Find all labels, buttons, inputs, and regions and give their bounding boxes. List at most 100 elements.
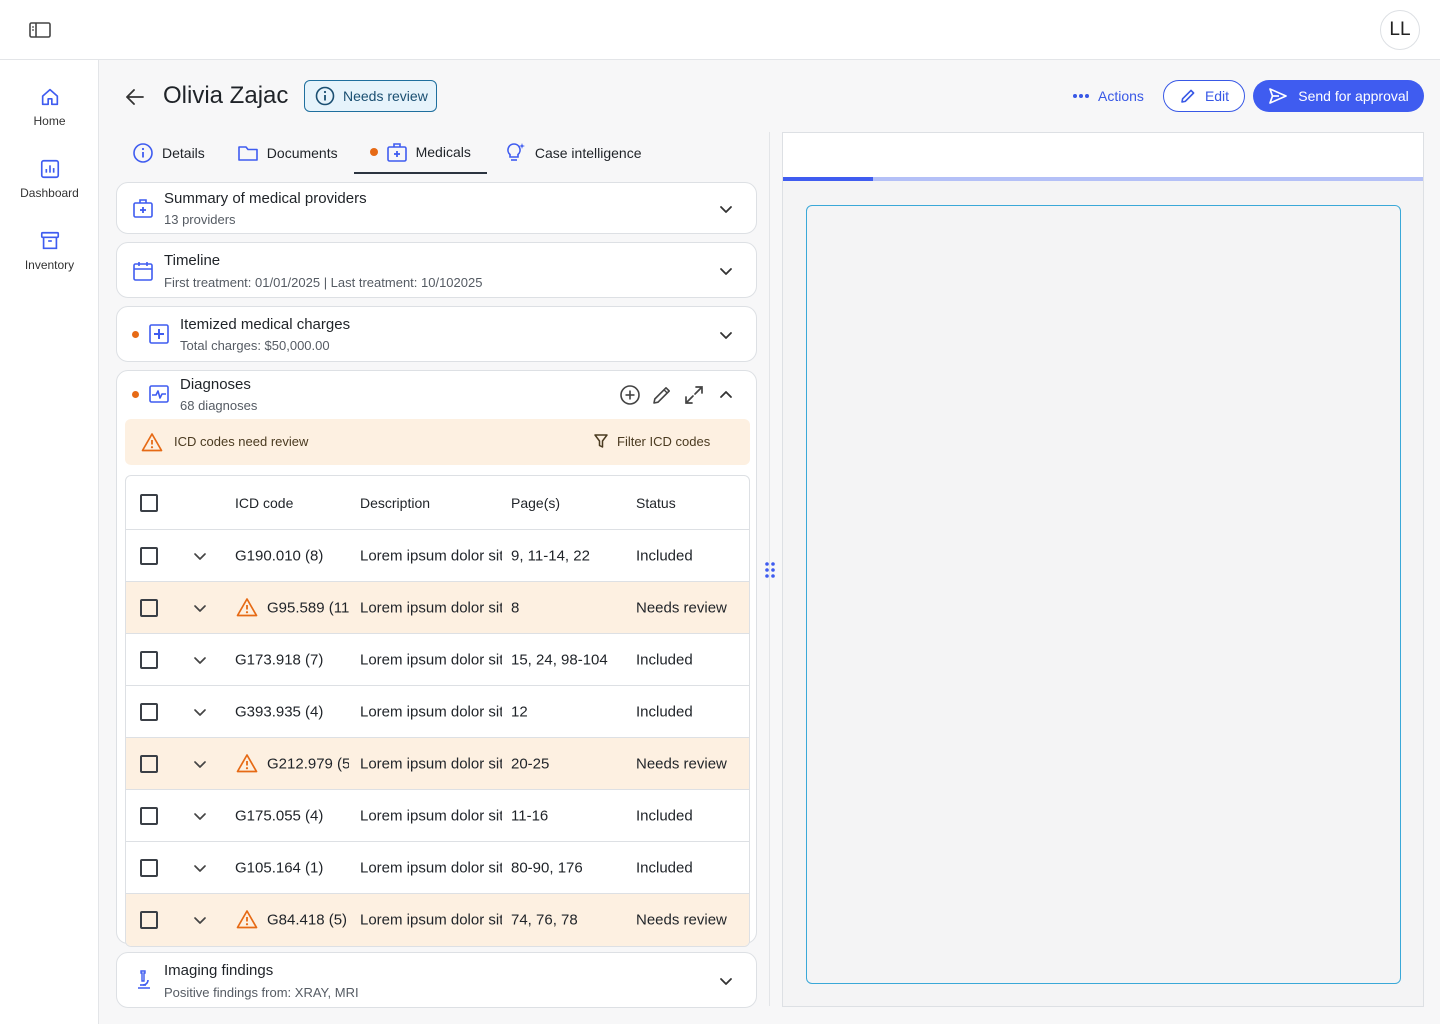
chevron-down-icon[interactable] bbox=[717, 326, 735, 344]
edit-label: Edit bbox=[1204, 88, 1230, 104]
info-icon bbox=[133, 143, 153, 163]
icd-code: G105.164 (1) bbox=[235, 859, 324, 876]
tab-medicals[interactable]: Medicals bbox=[353, 132, 487, 174]
table-row[interactable]: G212.979 (5) Lorem ipsum dolor sit 20-25 Ne… bbox=[126, 738, 749, 790]
nav-item-dashboard[interactable]: Dashboard bbox=[0, 158, 99, 200]
chevron-down-icon[interactable] bbox=[717, 200, 735, 218]
medical-plus-icon bbox=[149, 324, 169, 344]
row-checkbox[interactable] bbox=[140, 806, 158, 825]
row-checkbox[interactable] bbox=[140, 650, 158, 669]
row-checkbox[interactable] bbox=[140, 754, 158, 773]
table-row[interactable]: G190.010 (8) Lorem ipsum dolor sit 9, 11-1… bbox=[126, 530, 749, 582]
medical-bag-icon bbox=[386, 143, 407, 162]
section-providers[interactable]: Summary of medical providers 13 provider… bbox=[116, 182, 757, 234]
section-title: Timeline bbox=[164, 252, 221, 269]
section-timeline[interactable]: Timeline First treatment: 01/01/2025 | L… bbox=[116, 242, 757, 298]
row-checkbox[interactable] bbox=[140, 911, 158, 929]
tab-medicals-label: Medicals bbox=[415, 144, 471, 160]
row-checkbox[interactable] bbox=[140, 598, 158, 617]
filter-label: Filter ICD codes bbox=[617, 433, 711, 449]
column-header-status: Status bbox=[636, 494, 676, 511]
icd-table: ICD code Description Page(s) Status G190… bbox=[125, 475, 750, 947]
description: Lorem ipsum dolor sit bbox=[360, 911, 502, 929]
warning-icon bbox=[236, 753, 258, 775]
column-header-pages: Page(s) bbox=[511, 494, 561, 511]
document-canvas[interactable] bbox=[806, 205, 1401, 984]
user-avatar[interactable]: LL bbox=[1380, 10, 1420, 50]
section-subtitle: First treatment: 01/01/2025 | Last treat… bbox=[164, 275, 483, 290]
table-row[interactable]: G393.935 (4) Lorem ipsum dolor sit 12 Inclu… bbox=[126, 686, 749, 738]
description: Lorem ipsum dolor sit bbox=[360, 755, 502, 772]
table-row[interactable]: G105.164 (1) Lorem ipsum dolor sit 80-90, … bbox=[126, 842, 749, 894]
chevron-down-icon[interactable] bbox=[717, 262, 735, 280]
sidebar-toggle-icon[interactable] bbox=[28, 20, 52, 40]
tab-details[interactable]: Details bbox=[116, 132, 221, 174]
expand-row-chevron-icon[interactable] bbox=[192, 860, 208, 876]
pencil-icon[interactable] bbox=[651, 384, 673, 406]
icd-review-alert: ICD codes need review Filter ICD codes bbox=[125, 419, 750, 465]
row-checkbox[interactable] bbox=[140, 702, 158, 721]
section-title: Diagnoses bbox=[180, 376, 251, 393]
drag-handle-icon[interactable] bbox=[764, 560, 776, 580]
row-status: Included bbox=[636, 651, 693, 668]
row-checkbox[interactable] bbox=[140, 858, 158, 877]
section-imaging[interactable]: Imaging findings Positive findings from:… bbox=[116, 952, 757, 1008]
nav-item-inventory[interactable]: Inventory bbox=[0, 230, 99, 272]
warning-icon bbox=[236, 597, 258, 619]
row-status: Needs review bbox=[636, 755, 727, 772]
table-row[interactable]: G95.589 (11) Lorem ipsum dolor sit 8 Needs … bbox=[126, 582, 749, 634]
pencil-icon bbox=[1181, 89, 1195, 103]
table-row[interactable]: G84.418 (5) Lorem ipsum dolor sit 74, 76, … bbox=[126, 894, 749, 946]
pages: 74, 76, 78 bbox=[511, 911, 578, 929]
expand-row-chevron-icon[interactable] bbox=[192, 652, 208, 668]
expand-row-chevron-icon[interactable] bbox=[192, 704, 208, 720]
top-bar: LL bbox=[0, 0, 1440, 60]
tab-case-intelligence[interactable]: Case intelligence bbox=[487, 132, 658, 174]
status-badge: Needs review bbox=[304, 80, 437, 112]
expand-icon[interactable] bbox=[683, 384, 705, 406]
description: Lorem ipsum dolor sit bbox=[360, 599, 502, 616]
more-dots-icon bbox=[1073, 94, 1089, 98]
send-for-approval-button[interactable]: Send for approval bbox=[1253, 80, 1424, 112]
section-charges[interactable]: Itemized medical charges Total charges: … bbox=[116, 306, 757, 362]
expand-row-chevron-icon[interactable] bbox=[192, 600, 208, 616]
table-row[interactable]: G175.055 (4) Lorem ipsum dolor sit 11-16 In… bbox=[126, 790, 749, 842]
section-diagnoses: Diagnoses 68 diagnoses ICD codes need re… bbox=[116, 370, 757, 947]
row-checkbox[interactable] bbox=[140, 546, 158, 565]
icd-code: G84.418 (5) bbox=[267, 911, 348, 929]
actions-label: Actions bbox=[1098, 88, 1144, 104]
chevron-up-icon[interactable] bbox=[717, 386, 735, 404]
inventory-icon bbox=[40, 231, 59, 250]
edit-button[interactable]: Edit bbox=[1163, 80, 1245, 112]
icd-code: G212.979 (5) bbox=[267, 755, 349, 772]
tab-bar: Details Documents Medicals Case intellig… bbox=[116, 132, 657, 174]
table-header: ICD code Description Page(s) Status bbox=[126, 476, 749, 530]
pages: 11-16 bbox=[511, 807, 549, 824]
table-row[interactable]: G173.918 (7) Lorem ipsum dolor sit 15, 24,… bbox=[126, 634, 749, 686]
row-status: Included bbox=[636, 859, 693, 876]
section-subtitle: 68 diagnoses bbox=[180, 398, 258, 413]
select-all-checkbox[interactable] bbox=[140, 493, 158, 512]
loading-progress-fill bbox=[783, 177, 873, 181]
chevron-down-icon[interactable] bbox=[717, 972, 735, 990]
expand-row-chevron-icon[interactable] bbox=[192, 756, 208, 772]
section-title: Imaging findings bbox=[164, 962, 274, 979]
row-status: Included bbox=[636, 547, 693, 564]
expand-row-chevron-icon[interactable] bbox=[192, 548, 208, 564]
back-arrow-icon[interactable] bbox=[124, 86, 146, 108]
icd-code: G190.010 (8) bbox=[235, 547, 324, 564]
expand-row-chevron-icon[interactable] bbox=[192, 808, 208, 824]
section-title: Itemized medical charges bbox=[180, 316, 351, 333]
filter-icd-button[interactable]: Filter ICD codes bbox=[593, 433, 710, 449]
nav-item-home[interactable]: Home bbox=[0, 86, 99, 128]
lightbulb-icon bbox=[507, 143, 525, 161]
add-circle-icon[interactable] bbox=[619, 384, 641, 406]
vitals-icon bbox=[149, 385, 169, 403]
expand-row-chevron-icon[interactable] bbox=[192, 912, 208, 928]
pages: 9, 11-14, 22 bbox=[511, 547, 590, 564]
folder-icon bbox=[237, 146, 258, 161]
row-status: Needs review bbox=[636, 599, 727, 616]
actions-menu[interactable]: Actions bbox=[1072, 84, 1144, 108]
pages: 12 bbox=[511, 703, 528, 720]
tab-documents[interactable]: Documents bbox=[221, 132, 354, 174]
